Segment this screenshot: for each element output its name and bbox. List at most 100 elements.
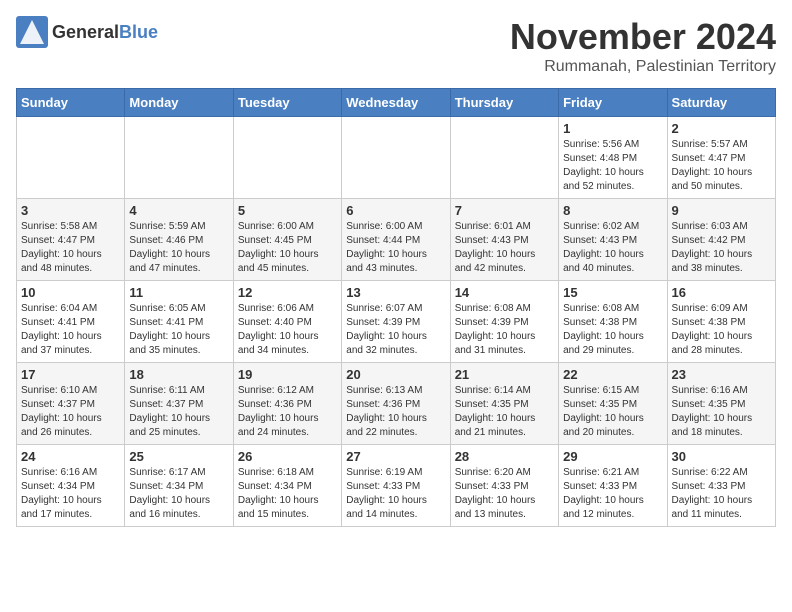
logo-text: GeneralBlue	[52, 22, 158, 43]
sunset-text: Sunset: 4:33 PM	[563, 481, 637, 492]
month-title: November 2024	[510, 16, 776, 58]
daylight-text: Daylight: 10 hours and 32 minutes.	[346, 331, 427, 356]
daylight-text: Daylight: 10 hours and 12 minutes.	[563, 495, 644, 520]
calendar-day-cell: 20 Sunrise: 6:13 AM Sunset: 4:36 PM Dayl…	[342, 363, 450, 445]
location: Rummanah, Palestinian Territory	[510, 58, 776, 76]
sunrise-text: Sunrise: 6:10 AM	[21, 385, 97, 396]
sunset-text: Sunset: 4:34 PM	[129, 481, 203, 492]
day-info: Sunrise: 6:01 AM Sunset: 4:43 PM Dayligh…	[455, 220, 554, 276]
daylight-text: Daylight: 10 hours and 50 minutes.	[672, 167, 753, 192]
day-info: Sunrise: 5:58 AM Sunset: 4:47 PM Dayligh…	[21, 220, 120, 276]
sunrise-text: Sunrise: 5:58 AM	[21, 221, 97, 232]
calendar-day-cell: 2 Sunrise: 5:57 AM Sunset: 4:47 PM Dayli…	[667, 117, 775, 199]
calendar-day-cell: 25 Sunrise: 6:17 AM Sunset: 4:34 PM Dayl…	[125, 445, 233, 527]
day-number: 4	[129, 203, 228, 218]
calendar-day-cell: 16 Sunrise: 6:09 AM Sunset: 4:38 PM Dayl…	[667, 281, 775, 363]
day-number: 24	[21, 449, 120, 464]
calendar-day-cell	[342, 117, 450, 199]
day-info: Sunrise: 6:19 AM Sunset: 4:33 PM Dayligh…	[346, 466, 445, 522]
daylight-text: Daylight: 10 hours and 18 minutes.	[672, 413, 753, 438]
daylight-text: Daylight: 10 hours and 13 minutes.	[455, 495, 536, 520]
sunrise-text: Sunrise: 6:04 AM	[21, 303, 97, 314]
calendar-day-cell	[450, 117, 558, 199]
sunset-text: Sunset: 4:39 PM	[346, 317, 420, 328]
sunset-text: Sunset: 4:42 PM	[672, 235, 746, 246]
calendar-day-cell: 26 Sunrise: 6:18 AM Sunset: 4:34 PM Dayl…	[233, 445, 341, 527]
weekday-header: Tuesday	[233, 89, 341, 117]
day-number: 16	[672, 285, 771, 300]
sunset-text: Sunset: 4:36 PM	[346, 399, 420, 410]
sunset-text: Sunset: 4:38 PM	[672, 317, 746, 328]
sunrise-text: Sunrise: 6:07 AM	[346, 303, 422, 314]
sunrise-text: Sunrise: 6:02 AM	[563, 221, 639, 232]
daylight-text: Daylight: 10 hours and 42 minutes.	[455, 249, 536, 274]
sunrise-text: Sunrise: 6:16 AM	[21, 467, 97, 478]
calendar-day-cell: 29 Sunrise: 6:21 AM Sunset: 4:33 PM Dayl…	[559, 445, 667, 527]
daylight-text: Daylight: 10 hours and 11 minutes.	[672, 495, 753, 520]
weekday-header: Saturday	[667, 89, 775, 117]
calendar-day-cell: 12 Sunrise: 6:06 AM Sunset: 4:40 PM Dayl…	[233, 281, 341, 363]
day-number: 17	[21, 367, 120, 382]
sunset-text: Sunset: 4:33 PM	[672, 481, 746, 492]
day-number: 13	[346, 285, 445, 300]
calendar-day-cell: 11 Sunrise: 6:05 AM Sunset: 4:41 PM Dayl…	[125, 281, 233, 363]
daylight-text: Daylight: 10 hours and 52 minutes.	[563, 167, 644, 192]
sunrise-text: Sunrise: 6:05 AM	[129, 303, 205, 314]
day-info: Sunrise: 6:09 AM Sunset: 4:38 PM Dayligh…	[672, 302, 771, 358]
weekday-header: Friday	[559, 89, 667, 117]
day-info: Sunrise: 6:04 AM Sunset: 4:41 PM Dayligh…	[21, 302, 120, 358]
sunrise-text: Sunrise: 6:01 AM	[455, 221, 531, 232]
sunset-text: Sunset: 4:47 PM	[672, 153, 746, 164]
day-info: Sunrise: 6:06 AM Sunset: 4:40 PM Dayligh…	[238, 302, 337, 358]
calendar-day-cell: 4 Sunrise: 5:59 AM Sunset: 4:46 PM Dayli…	[125, 199, 233, 281]
daylight-text: Daylight: 10 hours and 47 minutes.	[129, 249, 210, 274]
sunset-text: Sunset: 4:34 PM	[21, 481, 95, 492]
sunrise-text: Sunrise: 6:13 AM	[346, 385, 422, 396]
calendar-day-cell: 30 Sunrise: 6:22 AM Sunset: 4:33 PM Dayl…	[667, 445, 775, 527]
sunset-text: Sunset: 4:39 PM	[455, 317, 529, 328]
sunrise-text: Sunrise: 6:08 AM	[563, 303, 639, 314]
sunset-text: Sunset: 4:44 PM	[346, 235, 420, 246]
daylight-text: Daylight: 10 hours and 25 minutes.	[129, 413, 210, 438]
title-section: November 2024 Rummanah, Palestinian Terr…	[510, 16, 776, 76]
sunrise-text: Sunrise: 6:03 AM	[672, 221, 748, 232]
daylight-text: Daylight: 10 hours and 26 minutes.	[21, 413, 102, 438]
day-info: Sunrise: 6:21 AM Sunset: 4:33 PM Dayligh…	[563, 466, 662, 522]
calendar-day-cell: 21 Sunrise: 6:14 AM Sunset: 4:35 PM Dayl…	[450, 363, 558, 445]
daylight-text: Daylight: 10 hours and 37 minutes.	[21, 331, 102, 356]
day-number: 9	[672, 203, 771, 218]
calendar-day-cell: 19 Sunrise: 6:12 AM Sunset: 4:36 PM Dayl…	[233, 363, 341, 445]
day-info: Sunrise: 6:08 AM Sunset: 4:38 PM Dayligh…	[563, 302, 662, 358]
daylight-text: Daylight: 10 hours and 14 minutes.	[346, 495, 427, 520]
day-info: Sunrise: 6:11 AM Sunset: 4:37 PM Dayligh…	[129, 384, 228, 440]
calendar-day-cell: 22 Sunrise: 6:15 AM Sunset: 4:35 PM Dayl…	[559, 363, 667, 445]
day-number: 29	[563, 449, 662, 464]
day-info: Sunrise: 6:00 AM Sunset: 4:44 PM Dayligh…	[346, 220, 445, 276]
calendar-header-row: SundayMondayTuesdayWednesdayThursdayFrid…	[17, 89, 776, 117]
daylight-text: Daylight: 10 hours and 34 minutes.	[238, 331, 319, 356]
day-info: Sunrise: 6:00 AM Sunset: 4:45 PM Dayligh…	[238, 220, 337, 276]
sunset-text: Sunset: 4:45 PM	[238, 235, 312, 246]
sunrise-text: Sunrise: 6:08 AM	[455, 303, 531, 314]
sunset-text: Sunset: 4:35 PM	[563, 399, 637, 410]
sunrise-text: Sunrise: 6:19 AM	[346, 467, 422, 478]
daylight-text: Daylight: 10 hours and 38 minutes.	[672, 249, 753, 274]
sunset-text: Sunset: 4:35 PM	[455, 399, 529, 410]
day-number: 12	[238, 285, 337, 300]
sunset-text: Sunset: 4:37 PM	[129, 399, 203, 410]
calendar-day-cell: 13 Sunrise: 6:07 AM Sunset: 4:39 PM Dayl…	[342, 281, 450, 363]
sunset-text: Sunset: 4:41 PM	[129, 317, 203, 328]
sunrise-text: Sunrise: 6:12 AM	[238, 385, 314, 396]
daylight-text: Daylight: 10 hours and 22 minutes.	[346, 413, 427, 438]
calendar-week-row: 17 Sunrise: 6:10 AM Sunset: 4:37 PM Dayl…	[17, 363, 776, 445]
daylight-text: Daylight: 10 hours and 20 minutes.	[563, 413, 644, 438]
sunset-text: Sunset: 4:35 PM	[672, 399, 746, 410]
calendar-day-cell: 14 Sunrise: 6:08 AM Sunset: 4:39 PM Dayl…	[450, 281, 558, 363]
sunset-text: Sunset: 4:34 PM	[238, 481, 312, 492]
calendar-day-cell: 3 Sunrise: 5:58 AM Sunset: 4:47 PM Dayli…	[17, 199, 125, 281]
day-number: 14	[455, 285, 554, 300]
sunrise-text: Sunrise: 6:06 AM	[238, 303, 314, 314]
daylight-text: Daylight: 10 hours and 29 minutes.	[563, 331, 644, 356]
calendar-day-cell	[17, 117, 125, 199]
daylight-text: Daylight: 10 hours and 28 minutes.	[672, 331, 753, 356]
